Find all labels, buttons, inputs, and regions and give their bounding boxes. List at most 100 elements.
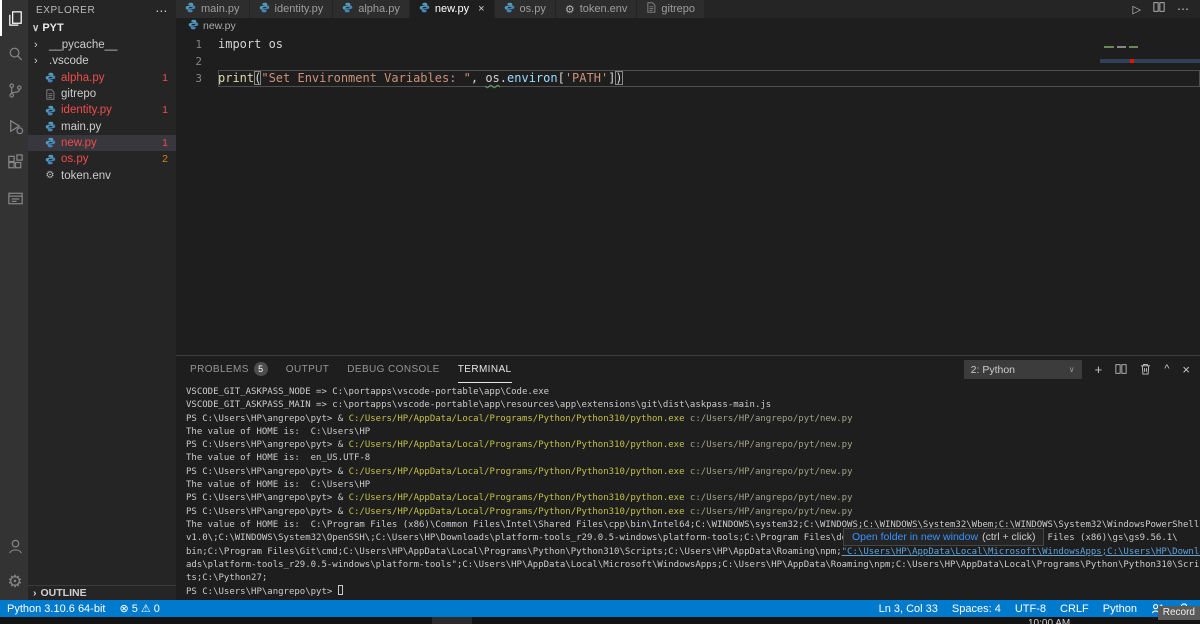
source-control-icon[interactable] [0,72,28,108]
code-line-1[interactable]: 1import os [176,36,1200,53]
terminal-line: VSCODE_GIT_ASKPASS_MAIN => c:\portapps\v… [186,399,1200,412]
explorer-file-token-env[interactable]: ⚙token.env [28,167,176,183]
warnings-icon: ⚠ [141,602,151,615]
panel-tab-terminal[interactable]: TERMINAL [458,356,512,383]
tooltip-hint: (ctrl + click) [982,531,1035,543]
file-name: gitrepo [61,88,96,100]
bottom-panel: PROBLEMS5 OUTPUT DEBUG CONSOLE TERMINAL 2: … [176,355,1200,600]
screen-record-overlay: Record [1158,606,1200,620]
more-actions-icon[interactable]: ⋯ [1177,2,1190,16]
tab-identity-py[interactable]: identity.py [250,0,333,18]
explorer-file-new-py[interactable]: new.py1 [28,135,176,151]
problems-badge: 1 [162,72,168,84]
settings-gear-icon[interactable]: ⚙ [0,564,28,600]
breadcrumb[interactable]: new.py [176,18,1200,33]
explorer-file-os-py[interactable]: os.py2 [28,151,176,167]
tab-alpha-py[interactable]: alpha.py [333,0,409,18]
terminal-line: PS C:\Users\HP\angrepo\pyt> [186,585,1200,599]
cursor-position-status[interactable]: Ln 3, Col 33 [872,603,945,615]
split-editor-icon[interactable] [1153,0,1165,18]
python-file-icon [44,105,56,116]
new-terminal-icon[interactable]: + [1095,363,1103,376]
panel-header: PROBLEMS5 OUTPUT DEBUG CONSOLE TERMINAL 2: … [176,356,1200,383]
explorer-file--pycache-[interactable]: › __pycache__ [28,37,176,53]
run-and-debug-icon[interactable] [0,108,28,144]
problems-count-badge: 5 [254,362,268,376]
problems-status[interactable]: ⊗ 5 ⚠ 0 [112,602,166,615]
line-content [218,53,1200,70]
folder-section-header[interactable]: ∨ PYT [28,21,176,35]
panel-tab-output[interactable]: OUTPUT [286,356,330,383]
chevron-down-icon: ∨ [1069,365,1075,374]
sidebar-more-actions-icon[interactable]: ⋯ [155,4,168,18]
file-icon [44,89,56,100]
close-panel-icon[interactable]: × [1182,363,1190,376]
problems-badge: 2 [162,153,168,165]
desktop-taskbar-strip: 10:00 AM [0,617,1200,624]
tab-main-py[interactable]: main.py [176,0,249,18]
python-file-icon [504,2,515,16]
line-content: import os [218,36,1200,53]
tab-os-py[interactable]: os.py [495,0,555,18]
code-line-2[interactable]: 2 [176,53,1200,70]
code-line-3[interactable]: 3print("Set Environment Variables: ", os… [176,70,1200,87]
run-file-icon[interactable]: ▷ [1133,3,1141,16]
open-folder-link[interactable]: Open folder in new window [852,531,978,543]
sidebar-header: EXPLORER ⋯ [28,0,176,21]
terminal-select[interactable]: 2: Python ∨ [964,360,1082,379]
python-file-icon [44,72,56,83]
remote-windows-icon[interactable] [0,180,28,216]
python-file-icon [419,2,430,16]
tabs: main.pyidentity.pyalpha.pynew.py×os.py⚙t… [176,0,705,18]
problems-badge: 1 [162,104,168,116]
kill-terminal-trash-icon[interactable] [1140,363,1151,377]
tab-token-env[interactable]: ⚙token.env [556,0,637,18]
panel-tab-debug-console[interactable]: DEBUG CONSOLE [347,356,439,383]
file-name: main.py [61,121,101,133]
status-bar-right: Ln 3, Col 33Spaces: 4UTF-8CRLFPython [872,603,1144,615]
code-editor[interactable]: 1import os23print("Set Environment Varia… [176,33,1200,355]
file-name: new.py [61,137,97,149]
minimap[interactable] [1100,33,1200,95]
terminal-output[interactable]: VSCODE_GIT_ASKPASS_NODE => C:\portapps\v… [176,383,1200,599]
encoding-status[interactable]: UTF-8 [1008,603,1053,615]
tab-new-py[interactable]: new.py× [410,0,494,18]
folder-name: PYT [42,22,63,34]
explorer-file-identity-py[interactable]: identity.py1 [28,102,176,118]
explorer-file--vscode[interactable]: ›.vscode [28,53,176,69]
taskbar-clock: 10:00 AM [1028,618,1070,624]
eol-status[interactable]: CRLF [1053,603,1096,615]
explorer-file-alpha-py[interactable]: alpha.py 1 [28,70,176,86]
activity-bar-spacer [0,216,28,528]
maximize-panel-icon[interactable]: ^ [1164,364,1169,375]
terminal-select-value: 2: Python [971,364,1015,376]
extensions-icon[interactable] [0,144,28,180]
panel-tab-label: OUTPUT [286,364,330,375]
outline-label: OUTLINE [41,587,87,599]
close-tab-icon[interactable]: × [478,3,484,15]
terminal-line: The value of HOME is: C:\Program Files (… [186,519,1200,532]
outline-section[interactable]: › OUTLINE [28,585,176,600]
terminal-line: ts;C:\Python27; [186,572,1200,585]
search-icon[interactable] [0,36,28,72]
accounts-icon[interactable] [0,528,28,564]
python-interpreter-status[interactable]: Python 3.10.6 64-bit [0,603,112,615]
terminal-path-link[interactable]: "C:\Users\HP\AppData\Local\Microsoft\Win… [842,547,1200,557]
line-number: 3 [176,70,218,87]
panel-tab-problems[interactable]: PROBLEMS5 [190,356,268,383]
editor-actions: ▷ ⋯ [1133,0,1200,18]
terminal-line: PS C:\Users\HP\angrepo\pyt> & C:/Users/H… [186,413,1200,426]
python-file-icon [44,137,56,148]
split-terminal-icon[interactable] [1115,363,1127,377]
chevron-right-icon: › [34,39,44,51]
explorer-file-main-py[interactable]: main.py [28,118,176,134]
tab-gitrepo[interactable]: gitrepo [637,0,704,18]
python-file-icon [259,2,270,16]
terminal-line: PS C:\Users\HP\angrepo\pyt> & C:/Users/H… [186,439,1200,452]
file-name: alpha.py [61,72,104,84]
language-mode-status[interactable]: Python [1096,603,1144,615]
file-name: __pycache__ [49,39,117,51]
explorer-icon[interactable] [0,0,28,36]
indentation-status[interactable]: Spaces: 4 [945,603,1008,615]
explorer-file-gitrepo[interactable]: gitrepo [28,86,176,102]
